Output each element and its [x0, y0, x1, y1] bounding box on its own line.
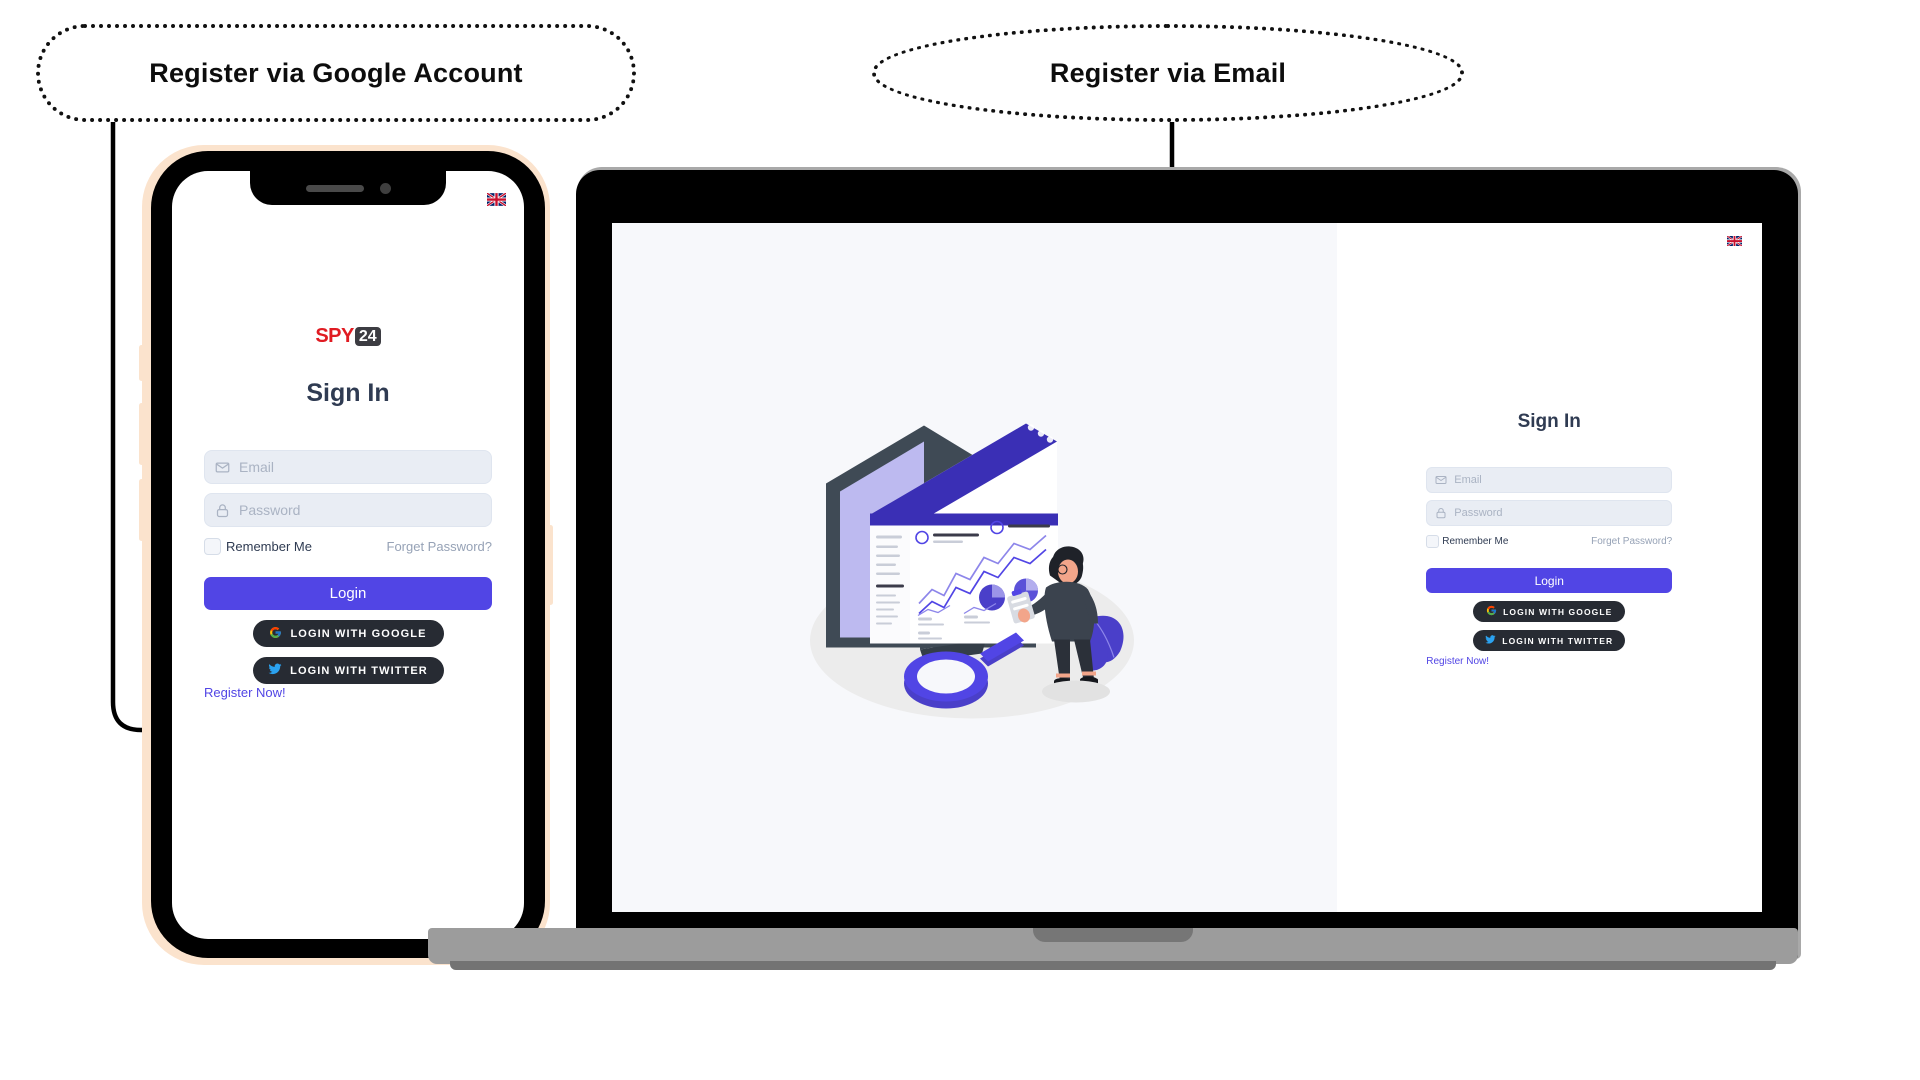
google-icon — [269, 626, 282, 642]
phone-silent-switch — [139, 345, 144, 381]
laptop-screen: Sign In Email Password Remember Me Forge… — [612, 223, 1762, 912]
phone-volume-up-button — [139, 403, 144, 465]
brand-name-primary: SPY — [315, 325, 354, 347]
page-title: Sign In — [306, 379, 390, 407]
laptop-mockup: Sign In Email Password Remember Me Forge… — [428, 170, 1798, 970]
remember-me-group[interactable]: Remember Me — [204, 538, 312, 555]
callout-email-label: Register via Email — [1049, 57, 1287, 88]
email-field[interactable]: Email — [1426, 467, 1673, 493]
google-icon — [1486, 605, 1497, 618]
analytics-dashboard-illustration — [774, 365, 1174, 770]
callout-register-via-email: Register via Email — [872, 24, 1464, 122]
login-with-twitter-label: LOGIN WITH TWITTER — [290, 664, 428, 677]
laptop-auth-panel: Sign In Email Password Remember Me Forge… — [1336, 223, 1762, 912]
remember-me-label: Remember Me — [1442, 536, 1509, 547]
annotated-mockup-stage: Register via Google Account Register via… — [0, 0, 1920, 1080]
password-placeholder-text: Password — [239, 502, 301, 518]
login-with-google-label: LOGIN WITH GOOGLE — [1503, 606, 1613, 617]
earpiece-speaker-icon — [305, 184, 364, 192]
twitter-icon — [268, 662, 282, 679]
login-with-twitter-label: LOGIN WITH TWITTER — [1502, 635, 1614, 646]
phone-volume-down-button — [139, 479, 144, 541]
uk-flag-icon[interactable] — [1727, 236, 1742, 246]
envelope-icon — [215, 460, 230, 475]
brand-logo: SPY 24 — [315, 325, 381, 348]
register-now-link[interactable]: Register Now! — [204, 685, 286, 700]
login-with-google-button[interactable]: LOGIN WITH GOOGLE — [252, 620, 444, 647]
laptop-lid: Sign In Email Password Remember Me Forge… — [576, 170, 1798, 960]
laptop-foot — [450, 961, 1776, 970]
login-with-google-button[interactable]: LOGIN WITH GOOGLE — [1473, 601, 1626, 622]
lock-icon — [215, 503, 230, 518]
front-camera-icon — [379, 182, 391, 194]
laptop-form-fields: Email Password Remember Me Forget Passwo… — [1426, 467, 1673, 669]
login-with-twitter-button[interactable]: LOGIN WITH TWITTER — [1473, 630, 1626, 651]
password-placeholder-text: Password — [1454, 507, 1503, 519]
forget-password-link[interactable]: Forget Password? — [1591, 536, 1672, 547]
remember-me-checkbox[interactable] — [1426, 535, 1440, 548]
laptop-base — [428, 928, 1798, 964]
login-with-twitter-button[interactable]: LOGIN WITH TWITTER — [252, 657, 444, 684]
laptop-auth-form: Sign In Email Password Remember Me Forge… — [1426, 411, 1673, 669]
page-title: Sign In — [1517, 411, 1581, 432]
register-now-link[interactable]: Register Now! — [1426, 656, 1489, 667]
laptop-base-notch — [1033, 928, 1193, 942]
callout-register-via-google: Register via Google Account — [36, 24, 636, 122]
login-with-google-label: LOGIN WITH GOOGLE — [290, 627, 427, 640]
illustration-panel — [612, 223, 1337, 912]
phone-notch — [250, 171, 446, 205]
lock-icon — [1435, 507, 1447, 519]
login-button[interactable]: Login — [1426, 568, 1673, 593]
password-field[interactable]: Password — [1426, 500, 1673, 526]
remember-me-checkbox[interactable] — [204, 538, 221, 555]
email-placeholder-text: Email — [239, 459, 275, 475]
twitter-icon — [1485, 634, 1496, 647]
brand-name-badge: 24 — [354, 327, 381, 346]
email-placeholder-text: Email — [1454, 474, 1482, 486]
callout-google-label: Register via Google Account — [149, 57, 523, 88]
remember-me-group[interactable]: Remember Me — [1426, 535, 1508, 548]
envelope-icon — [1435, 474, 1447, 486]
remember-me-label: Remember Me — [226, 539, 312, 554]
remember-row: Remember Me Forget Password? — [1426, 535, 1672, 548]
